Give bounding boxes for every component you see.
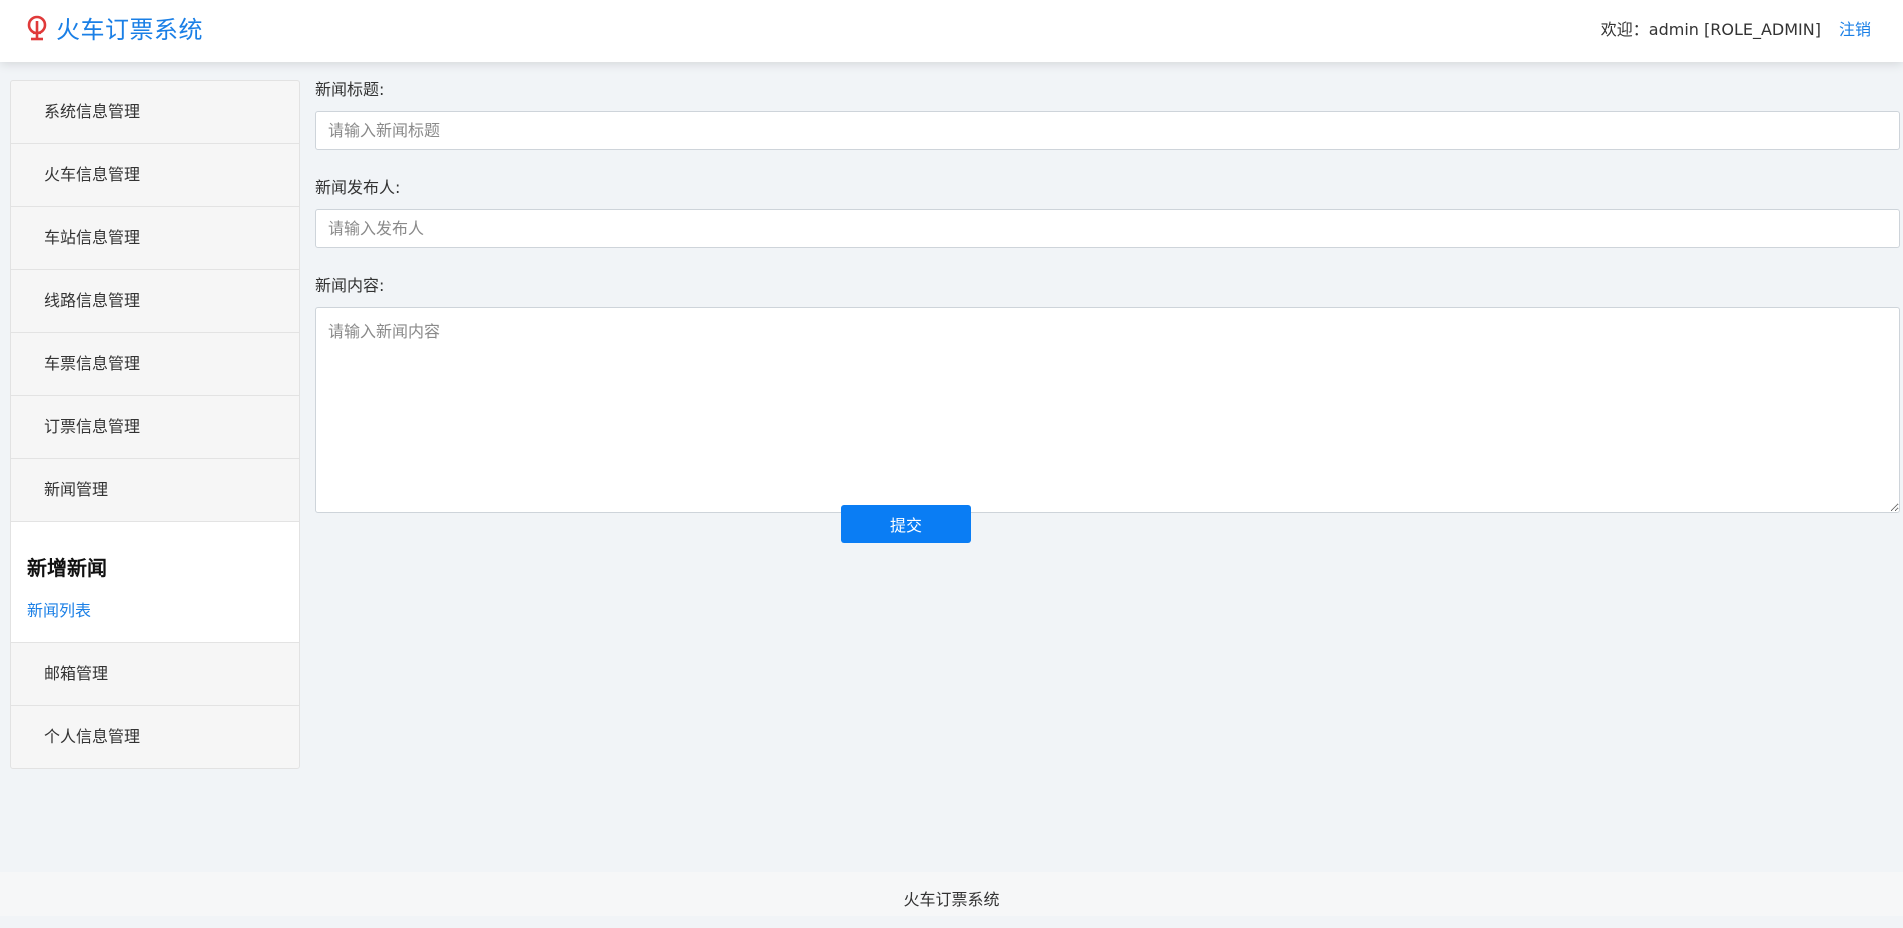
sidebar-item-booking-info[interactable]: 订票信息管理 xyxy=(11,396,299,459)
sidebar-active-section: 新增新闻 新闻列表 xyxy=(11,522,299,643)
sidebar: 系统信息管理 火车信息管理 车站信息管理 线路信息管理 车票信息管理 订票信息管… xyxy=(10,80,300,769)
news-form: 新闻标题: 新闻发布人: 新闻内容: 提交 xyxy=(315,78,1900,543)
sidebar-item-mailbox[interactable]: 邮箱管理 xyxy=(11,643,299,706)
content-label: 新闻内容: xyxy=(315,276,385,295)
content-field-group: 新闻内容: xyxy=(315,274,1900,513)
brand[interactable]: 火车订票系统 xyxy=(26,10,203,45)
sidebar-item-ticket-info[interactable]: 车票信息管理 xyxy=(11,333,299,396)
sidebar-item-system-info[interactable]: 系统信息管理 xyxy=(11,81,299,144)
logout-link[interactable]: 注销 xyxy=(1839,16,1871,40)
sidebar-item-station-info[interactable]: 车站信息管理 xyxy=(11,207,299,270)
footer: 火车订票系统 xyxy=(0,872,1903,916)
railway-logo-icon xyxy=(26,15,48,41)
sidebar-active-title[interactable]: 新增新闻 xyxy=(27,552,299,581)
title-label: 新闻标题: xyxy=(315,80,385,99)
footer-text: 火车订票系统 xyxy=(903,890,1000,909)
sidebar-link-news-list[interactable]: 新闻列表 xyxy=(27,597,299,621)
content-textarea[interactable] xyxy=(315,307,1900,513)
title-input[interactable] xyxy=(315,111,1900,150)
user-area: 欢迎：admin [ROLE_ADMIN] 注销 xyxy=(1601,16,1871,40)
brand-title: 火车订票系统 xyxy=(56,16,203,44)
top-header: 火车订票系统 欢迎：admin [ROLE_ADMIN] 注销 xyxy=(0,0,1903,62)
publisher-label: 新闻发布人: xyxy=(315,178,401,197)
publisher-input[interactable] xyxy=(315,209,1900,248)
submit-button[interactable]: 提交 xyxy=(841,505,971,543)
title-field-group: 新闻标题: xyxy=(315,78,1900,150)
sidebar-item-route-info[interactable]: 线路信息管理 xyxy=(11,270,299,333)
sidebar-item-news[interactable]: 新闻管理 xyxy=(11,459,299,522)
welcome-text: 欢迎：admin [ROLE_ADMIN] xyxy=(1600,20,1821,39)
sidebar-item-profile[interactable]: 个人信息管理 xyxy=(11,706,299,768)
sidebar-item-train-info[interactable]: 火车信息管理 xyxy=(11,144,299,207)
publisher-field-group: 新闻发布人: xyxy=(315,176,1900,248)
